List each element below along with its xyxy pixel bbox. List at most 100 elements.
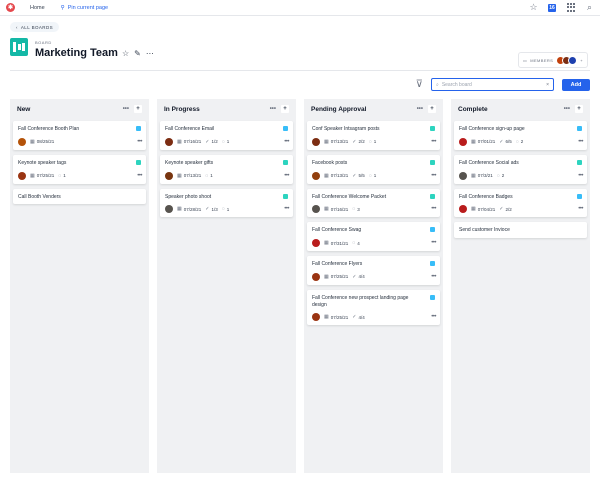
- more-options-icon[interactable]: ⋯: [146, 49, 154, 58]
- task-card[interactable]: Fall Conference Swag ▦ 07/31/21 ◌ 4 •••: [307, 222, 440, 251]
- favorite-star-icon[interactable]: ☆: [122, 49, 129, 58]
- card-title: Fall Conference Email: [165, 126, 215, 132]
- task-card[interactable]: Fall Conference Badges ▦ 07/04/21 ✓ 2/2 •••: [454, 188, 587, 218]
- avatar: [568, 55, 578, 65]
- comment-value: 1: [226, 139, 230, 145]
- task-card[interactable]: Fall Conference new prospect landing pag…: [307, 289, 440, 326]
- app-logo[interactable]: ✱: [6, 3, 15, 12]
- checklist-value: 6/5: [505, 139, 512, 145]
- divider: [10, 70, 590, 71]
- task-card[interactable]: Fall Conference sign-up page ▦ 07/01/21 ✓ 6/…: [454, 121, 587, 150]
- task-card[interactable]: Fall Conference Email ▦ 07/16/21 ✓ 1/2 ◌ 1 •••: [160, 121, 293, 150]
- comment-count: ◌ 1: [222, 139, 230, 145]
- due-date-value: 07/28/21: [183, 206, 202, 212]
- card-more-icon[interactable]: •••: [431, 206, 436, 212]
- card-more-icon[interactable]: •••: [578, 173, 583, 179]
- task-card[interactable]: Fall Conference Flyers ▦ 07/25/21 ✓ 4/4 •••: [307, 256, 440, 285]
- calendar-icon[interactable]: 16: [548, 3, 556, 12]
- home-link[interactable]: Home: [30, 5, 45, 11]
- card-title: Call Booth Venders: [18, 193, 61, 200]
- avatar: [312, 171, 320, 180]
- card-tag: [430, 126, 435, 131]
- task-card[interactable]: Speaker photo shoot ▦ 07/28/21 ✓ 1/3 ◌ 1 •••: [160, 188, 293, 218]
- card-tag: [577, 126, 582, 131]
- task-card[interactable]: Fall Conference Social ads ▦ 07/3/21 ◌ 2 •••: [454, 154, 587, 184]
- due-date: ▦ 07/3/21: [471, 173, 493, 179]
- clear-search-icon[interactable]: ×: [546, 82, 549, 88]
- column-more-icon[interactable]: •••: [417, 106, 423, 112]
- card-more-icon[interactable]: •••: [431, 274, 436, 280]
- checklist-count: ✓ 2/2: [499, 206, 511, 212]
- add-card-button[interactable]: +: [134, 105, 142, 113]
- card-tag: [577, 193, 582, 199]
- card-more-icon[interactable]: •••: [284, 206, 289, 212]
- card-tag: [136, 159, 141, 165]
- comment-icon: ◌: [515, 138, 519, 145]
- task-card[interactable]: Keynote speaker tags ▦ 07/25/21 ◌ 1 •••: [13, 154, 146, 184]
- task-card[interactable]: Fall Conference Booth Plan ▦ 08/25/21 •••: [13, 121, 146, 150]
- star-icon[interactable]: ☆: [529, 2, 538, 12]
- card-more-icon[interactable]: •••: [137, 173, 142, 179]
- calendar-icon: ▦: [471, 138, 476, 145]
- calendar-icon: ▦: [177, 138, 182, 145]
- avatar: [312, 137, 320, 146]
- card-more-icon[interactable]: •••: [431, 314, 436, 320]
- card-more-icon[interactable]: •••: [578, 139, 583, 145]
- card-title: Fall Conference Welcome Packet: [312, 193, 387, 200]
- comment-count: ◌ 2: [516, 139, 524, 145]
- add-card-button[interactable]: +: [428, 105, 436, 113]
- apps-grid-icon[interactable]: [566, 3, 575, 12]
- card-tag: [430, 193, 435, 199]
- search-icon[interactable]: ⌕: [585, 2, 594, 12]
- column-title: Pending Approval: [311, 105, 367, 113]
- add-button[interactable]: Add: [562, 78, 590, 91]
- calendar-icon: ▦: [177, 172, 182, 179]
- column-title: Complete: [458, 105, 488, 113]
- avatar: [459, 137, 467, 146]
- due-date-value: 07/25/21: [36, 173, 55, 178]
- calendar-icon: ▦: [30, 172, 35, 179]
- task-card[interactable]: Facebook posts ▦ 07/13/21 ✓ 5/5 ◌ 1 •••: [307, 154, 440, 184]
- card-more-icon[interactable]: •••: [578, 206, 583, 212]
- comment-icon: ◌: [368, 138, 372, 145]
- column-more-icon[interactable]: •••: [270, 106, 276, 112]
- card-meta: ▦ 07/25/21 ◌ 1 •••: [18, 171, 142, 180]
- card-more-icon[interactable]: •••: [431, 139, 436, 145]
- due-date: ▦ 07/28/21: [177, 206, 201, 212]
- all-boards-button[interactable]: ‹ ALL BOARDS: [10, 22, 60, 32]
- add-card-button[interactable]: +: [575, 105, 583, 113]
- column-header: Pending Approval ••• +: [307, 103, 440, 115]
- column-more-icon[interactable]: •••: [123, 106, 129, 112]
- task-card[interactable]: Fall Conference Welcome Packet ▦ 07/16/21 ◌…: [307, 188, 440, 218]
- avatar: [312, 313, 320, 322]
- add-card-button[interactable]: +: [281, 105, 289, 113]
- calendar-icon: ▦: [471, 172, 476, 179]
- card-tag: [283, 193, 288, 199]
- comment-value: 1: [373, 139, 377, 145]
- card-more-icon[interactable]: •••: [431, 173, 436, 179]
- column-header: In Progress ••• +: [160, 103, 293, 115]
- comment-value: 1: [63, 173, 66, 178]
- members-label: MEMBERS: [530, 57, 554, 63]
- filter-icon[interactable]: ⊽: [416, 79, 423, 90]
- task-card[interactable]: Conf Speaker Intsagram posts ▦ 07/13/21 ✓ 2/…: [307, 121, 440, 150]
- card-more-icon[interactable]: •••: [431, 240, 436, 246]
- board-icon: [10, 38, 28, 56]
- due-date-value: 07/25/21: [330, 314, 349, 320]
- calendar-icon: ▦: [324, 206, 329, 213]
- card-more-icon[interactable]: •••: [137, 139, 142, 145]
- pin-board-icon[interactable]: ✎: [134, 49, 141, 58]
- card-more-icon[interactable]: •••: [284, 139, 289, 145]
- card-more-icon[interactable]: •••: [284, 173, 289, 179]
- due-date-value: 07/01/21: [477, 139, 496, 145]
- task-card[interactable]: Send customer Invioce: [454, 222, 587, 238]
- due-date-value: 07/16/21: [183, 139, 202, 145]
- task-card[interactable]: Call Booth Venders: [13, 188, 146, 205]
- members-button[interactable]: ▭ MEMBERS +: [518, 52, 588, 68]
- add-member-button[interactable]: +: [580, 58, 583, 63]
- task-card[interactable]: Keynote speaker gifts ▦ 07/13/21 ◌ 1 •••: [160, 154, 293, 184]
- search-input[interactable]: ⌕ Search board ×: [431, 78, 554, 91]
- pin-current-page-link[interactable]: ⚲ Pin current page: [61, 5, 108, 11]
- column-more-icon[interactable]: •••: [564, 106, 570, 112]
- checklist-icon: ✓: [205, 206, 210, 213]
